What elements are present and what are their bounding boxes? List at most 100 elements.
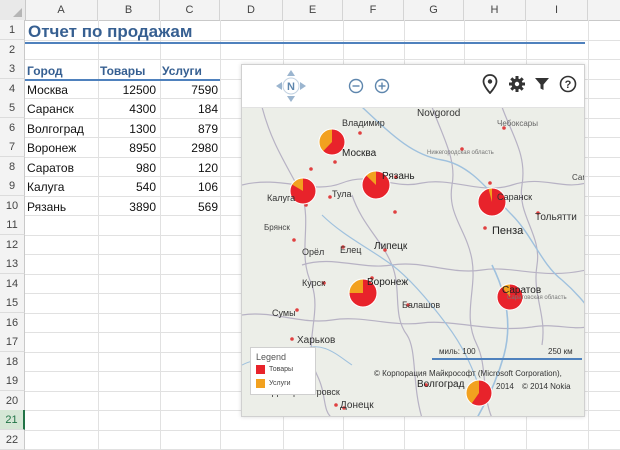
column-header-d[interactable]: D: [220, 0, 283, 20]
cell-services[interactable]: 106: [162, 177, 218, 197]
row-header-13[interactable]: 13: [0, 254, 25, 274]
cell-services[interactable]: 2980: [162, 138, 218, 158]
map-toolbar: N ?: [242, 65, 584, 108]
cell-services[interactable]: 120: [162, 158, 218, 178]
cell-services[interactable]: 184: [162, 99, 218, 119]
grid-row-line: [25, 429, 620, 431]
cell-city[interactable]: Калуга: [27, 177, 64, 197]
map-label-moskva: Москва: [342, 148, 377, 159]
legend-swatch-services: [256, 378, 265, 388]
cell-goods[interactable]: 3890: [100, 197, 156, 217]
compass-icon[interactable]: N: [274, 68, 308, 104]
help-label: ?: [565, 79, 572, 91]
cell-goods[interactable]: 540: [100, 177, 156, 197]
row-header-21[interactable]: 21: [0, 410, 25, 430]
row-header-18[interactable]: 18: [0, 351, 25, 372]
header-city[interactable]: Город: [27, 61, 63, 81]
cell-city[interactable]: Саранск: [27, 99, 74, 119]
map-label-kaluga: Калуга: [267, 193, 296, 203]
map-label-orel: Орёл: [302, 247, 325, 257]
column-header-h[interactable]: H: [464, 0, 526, 20]
map-copyright-year: 2014: [496, 382, 514, 391]
row-header-8[interactable]: 8: [0, 156, 25, 177]
row-header-4[interactable]: 4: [0, 78, 25, 99]
legend-label-services: Услуги: [269, 380, 291, 387]
cell-services[interactable]: 7590: [162, 80, 218, 100]
row-header-9[interactable]: 9: [0, 176, 25, 196]
column-headers: A B C D E F G H I: [0, 0, 620, 21]
map-label-kharkov: Харьков: [297, 335, 336, 346]
report-title[interactable]: Отчет по продажам: [28, 21, 192, 43]
legend-title: Legend: [256, 352, 287, 362]
row-header-19[interactable]: 19: [0, 371, 25, 391]
map-label-bryansk: Брянск: [264, 223, 290, 232]
row-header-6[interactable]: 6: [0, 117, 25, 138]
map-legend[interactable]: Legend Товары Услуги: [250, 347, 316, 395]
row-header-7[interactable]: 7: [0, 137, 25, 157]
map-label-elets: Елец: [340, 245, 362, 255]
compass-label: N: [287, 81, 295, 93]
cell-services[interactable]: 569: [162, 197, 218, 217]
cell-services[interactable]: 879: [162, 119, 218, 139]
cell-city[interactable]: Волгоград: [27, 119, 84, 139]
column-header-e[interactable]: E: [283, 0, 343, 20]
row-header-15[interactable]: 15: [0, 293, 25, 313]
cell-goods[interactable]: 8950: [100, 138, 156, 158]
pie-marker[interactable]: [465, 379, 493, 407]
cell-goods[interactable]: 980: [100, 158, 156, 178]
filter-icon[interactable]: [534, 76, 550, 92]
map-copyright: © Корпорация Майкрософт (Microsoft Corpo…: [374, 369, 562, 378]
location-pin-icon[interactable]: [482, 74, 498, 94]
gear-icon[interactable]: [508, 75, 526, 93]
map-label-donetsk: Донецк: [340, 400, 374, 411]
column-header-i[interactable]: I: [526, 0, 588, 20]
row-header-3[interactable]: 3: [0, 59, 25, 79]
map-label-balashov: Балашов: [402, 300, 441, 310]
row-header-17[interactable]: 17: [0, 332, 25, 352]
header-services[interactable]: Услуги: [162, 61, 202, 81]
map-copyright-nokia: © 2014 Nokia: [522, 382, 571, 391]
map-label-ryazan: Рязань: [382, 171, 415, 182]
cell-goods[interactable]: 1300: [100, 119, 156, 139]
column-header-b[interactable]: B: [98, 0, 160, 20]
row-header-10[interactable]: 10: [0, 195, 25, 216]
cell-city[interactable]: Рязань: [27, 197, 66, 217]
map-label-voronezh: Воронеж: [367, 277, 409, 288]
select-all-corner[interactable]: [0, 0, 26, 20]
help-icon[interactable]: ?: [559, 75, 577, 93]
row-header-5[interactable]: 5: [0, 98, 25, 118]
row-header-12[interactable]: 12: [0, 234, 25, 255]
spreadsheet: A B C D E F G H I 1 2 3 4 5 6 7 8 9 10 11 12 13 14 15 1…: [0, 0, 620, 450]
cell-goods[interactable]: 12500: [100, 80, 156, 100]
zoom-in-icon[interactable]: [374, 78, 390, 94]
row-header-14[interactable]: 14: [0, 273, 25, 294]
cell-city[interactable]: Саратов: [27, 158, 74, 178]
map-label-kursk: Курск: [302, 278, 326, 288]
legend-item-goods: Товары: [256, 364, 293, 375]
header-goods[interactable]: Товары: [100, 61, 145, 81]
cell-city[interactable]: Воронеж: [27, 138, 76, 158]
map-chart[interactable]: Владимир Novgorod Чебоксары Москва Нижегород…: [241, 64, 585, 417]
column-header-a[interactable]: A: [25, 0, 98, 20]
row-header-22[interactable]: 22: [0, 429, 25, 450]
row-header-16[interactable]: 16: [0, 312, 25, 333]
column-header-c[interactable]: C: [160, 0, 220, 20]
column-header-g[interactable]: G: [404, 0, 464, 20]
column-header-f[interactable]: F: [343, 0, 404, 20]
cell-city[interactable]: Москва: [27, 80, 68, 100]
map-label-sar-obl: Саратовская область: [507, 295, 567, 301]
map-label-penza: Пенза: [492, 225, 524, 237]
row-header-2[interactable]: 2: [0, 39, 25, 60]
row-header-1[interactable]: 1: [0, 20, 25, 40]
scale-miles: миль: 100: [439, 347, 476, 356]
row-header-20[interactable]: 20: [0, 390, 25, 411]
map-label-saransk: Саранск: [497, 192, 533, 202]
map-label-tula: Тула: [332, 189, 352, 199]
zoom-out-icon[interactable]: [348, 78, 364, 94]
map-label-samara-s: Сам: [572, 173, 584, 182]
cell-goods[interactable]: 4300: [100, 99, 156, 119]
grid-row-line: [25, 59, 620, 60]
row-header-11[interactable]: 11: [0, 215, 25, 235]
map-label-cheboksary: Чебоксары: [497, 119, 538, 128]
map-label-tolyatti: Тольятти: [535, 212, 577, 223]
